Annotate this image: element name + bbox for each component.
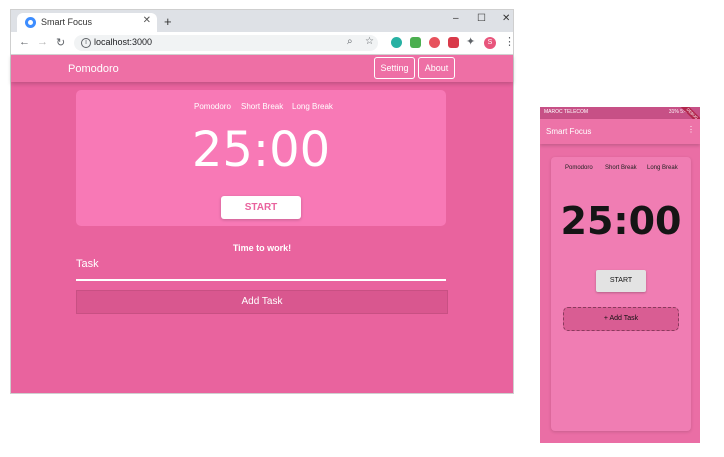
carrier-text: MAROC TELECOM [544, 109, 589, 115]
phone-app-title: Smart Focus [546, 127, 592, 136]
mode-long-break[interactable]: Long Break [292, 102, 333, 111]
address-bar[interactable]: i localhost:3000 ⌕ ☆ [74, 35, 378, 51]
tab-strip: Smart Focus ✕ + – ☐ ✕ [11, 10, 513, 32]
phone-start-button[interactable]: START [596, 270, 646, 292]
address-toolbar: ← → ↻ i localhost:3000 ⌕ ☆ ✦ S ⋮ [11, 32, 515, 55]
react-favicon-icon [25, 17, 36, 28]
tab-title: Smart Focus [41, 17, 93, 27]
zoom-icon[interactable]: ⌕ [347, 36, 353, 47]
mode-short-break[interactable]: Short Break [241, 102, 283, 111]
phone-screen: MAROC TELECOM 31% 5:49 DEBUG Smart Focus… [540, 107, 700, 443]
reload-icon[interactable]: ↻ [56, 36, 65, 49]
extension-m-icon[interactable] [391, 37, 402, 48]
phone-mode-pomodoro[interactable]: Pomodoro [565, 165, 593, 171]
task-input-label[interactable]: Task [76, 258, 99, 270]
browser-tab[interactable]: Smart Focus ✕ [17, 13, 157, 32]
phone-timer-display: 25:00 [560, 199, 682, 243]
extensions-puzzle-icon[interactable]: ✦ [466, 35, 475, 48]
phone-app-bar: Smart Focus ⋮ [540, 119, 700, 144]
site-info-icon[interactable]: i [81, 38, 91, 48]
start-button[interactable]: START [221, 196, 301, 219]
extension-pocket-icon[interactable] [448, 37, 459, 48]
url-text[interactable]: localhost:3000 [94, 37, 152, 47]
close-window-icon[interactable]: ✕ [502, 13, 510, 24]
app-header: Pomodoro Setting About [11, 55, 513, 82]
minimize-icon[interactable]: – [453, 13, 459, 24]
back-icon[interactable]: ← [19, 36, 30, 48]
browser-window: Smart Focus ✕ + – ☐ ✕ ← → ↻ i localhost:… [11, 10, 515, 393]
setting-button[interactable]: Setting [374, 57, 415, 79]
forward-icon[interactable]: → [37, 36, 48, 48]
about-button[interactable]: About [418, 57, 455, 79]
phone-mode-long-break[interactable]: Long Break [647, 165, 678, 171]
phone-status-bar: MAROC TELECOM 31% 5:49 [540, 107, 700, 119]
bookmark-star-icon[interactable]: ☆ [365, 36, 374, 47]
app-brand[interactable]: Pomodoro [68, 63, 119, 75]
tab-close-icon[interactable]: ✕ [143, 15, 151, 26]
timer-card: Pomodoro Short Break Long Break 25:00 ST… [76, 90, 446, 226]
phone-add-task-button[interactable]: + Add Task [563, 307, 679, 331]
phone-mode-short-break[interactable]: Short Break [605, 165, 637, 171]
mode-pomodoro[interactable]: Pomodoro [194, 102, 231, 111]
more-vert-icon[interactable]: ⋮ [687, 125, 695, 134]
new-tab-button[interactable]: + [164, 14, 172, 29]
maximize-icon[interactable]: ☐ [477, 13, 486, 24]
extension-green-icon[interactable] [410, 37, 421, 48]
extension-red-icon[interactable] [429, 37, 440, 48]
browser-menu-icon[interactable]: ⋮ [504, 35, 515, 48]
add-task-button[interactable]: Add Task [76, 290, 448, 314]
profile-avatar[interactable]: S [484, 37, 496, 49]
task-input-underline [76, 279, 446, 281]
phone-timer-card: Pomodoro Short Break Long Break 25:00 ST… [551, 157, 691, 431]
web-app: Pomodoro Setting About Pomodoro Short Br… [11, 55, 513, 393]
timer-display: 25:00 [191, 122, 331, 178]
status-message: Time to work! [232, 243, 292, 253]
